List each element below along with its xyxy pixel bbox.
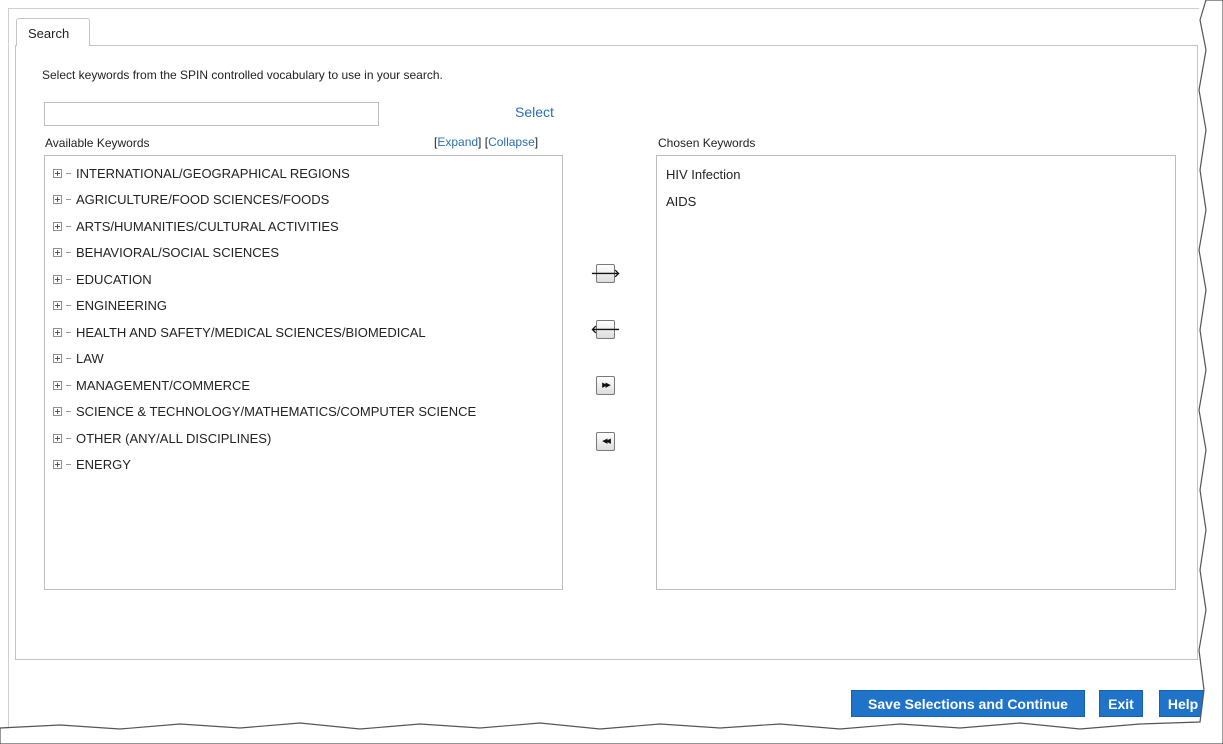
instructions-text: Select keywords from the SPIN controlled… bbox=[42, 68, 443, 82]
tree-item-label[interactable]: EDUCATION bbox=[76, 272, 152, 287]
tree-connector bbox=[66, 198, 71, 200]
list-item[interactable]: AIDS bbox=[666, 194, 696, 209]
list-item[interactable]: HIV Infection bbox=[666, 167, 740, 182]
tree-item-label[interactable]: MANAGEMENT/COMMERCE bbox=[76, 378, 250, 393]
expand-plus-icon[interactable] bbox=[53, 433, 62, 443]
tree-item-label[interactable]: AGRICULTURE/FOOD SCIENCES/FOODS bbox=[76, 192, 329, 207]
expand-plus-icon[interactable] bbox=[53, 406, 62, 416]
tree-item-label[interactable]: ENGINEERING bbox=[76, 298, 167, 313]
expand-collapse-controls: [Expand] [Collapse] bbox=[434, 135, 538, 149]
add-selected-button[interactable]: 🡒 bbox=[591, 264, 620, 283]
tree-item[interactable]: EDUCATION bbox=[53, 269, 152, 289]
tree-item[interactable]: LAW bbox=[53, 348, 104, 368]
bracket-close: ] bbox=[534, 135, 539, 149]
keyword-search-input[interactable] bbox=[44, 102, 379, 126]
tree-item[interactable]: AGRICULTURE/FOOD SCIENCES/FOODS bbox=[53, 189, 329, 209]
tree-item[interactable]: BEHAVIORAL/SOCIAL SCIENCES bbox=[53, 242, 279, 262]
tree-connector bbox=[66, 384, 71, 386]
tree-item[interactable]: MANAGEMENT/COMMERCE bbox=[53, 375, 250, 395]
tree-connector bbox=[66, 225, 71, 227]
tree-item-label[interactable]: INTERNATIONAL/GEOGRAPHICAL REGIONS bbox=[76, 166, 350, 181]
tree-item[interactable]: SCIENCE & TECHNOLOGY/MATHEMATICS/COMPUTE… bbox=[53, 401, 476, 421]
tree-connector bbox=[66, 251, 71, 253]
remove-all-button[interactable]: ◀◀ bbox=[596, 432, 615, 451]
tree-connector bbox=[66, 278, 71, 280]
tree-item-label[interactable]: BEHAVIORAL/SOCIAL SCIENCES bbox=[76, 245, 279, 260]
available-keywords-label: Available Keywords bbox=[45, 136, 150, 150]
tree-item-label[interactable]: SCIENCE & TECHNOLOGY/MATHEMATICS/COMPUTE… bbox=[76, 404, 476, 419]
tree-item-label[interactable]: OTHER (ANY/ALL DISCIPLINES) bbox=[76, 431, 271, 446]
collapse-link[interactable]: Collapse bbox=[488, 135, 535, 149]
expand-plus-icon[interactable] bbox=[53, 300, 62, 310]
expand-plus-icon[interactable] bbox=[53, 459, 62, 469]
expand-plus-icon[interactable] bbox=[53, 274, 62, 284]
tree-item[interactable]: ARTS/HUMANITIES/CULTURAL ACTIVITIES bbox=[53, 216, 339, 236]
tree-connector bbox=[66, 331, 71, 333]
tree-item-label[interactable]: LAW bbox=[76, 351, 104, 366]
tab-search[interactable]: Search bbox=[16, 18, 90, 46]
tree-item-label[interactable]: HEALTH AND SAFETY/MEDICAL SCIENCES/BIOME… bbox=[76, 325, 426, 340]
add-all-button[interactable]: ▶▶ bbox=[596, 376, 615, 395]
tree-connector bbox=[66, 437, 71, 439]
available-keywords-tree[interactable]: INTERNATIONAL/GEOGRAPHICAL REGIONS AGRIC… bbox=[44, 155, 563, 590]
expand-link[interactable]: Expand bbox=[437, 135, 478, 149]
tree-connector bbox=[66, 172, 71, 174]
expand-plus-icon[interactable] bbox=[53, 168, 62, 178]
expand-plus-icon[interactable] bbox=[53, 194, 62, 204]
tree-item-label[interactable]: ARTS/HUMANITIES/CULTURAL ACTIVITIES bbox=[76, 219, 339, 234]
tree-connector bbox=[66, 357, 71, 359]
tree-item[interactable]: INTERNATIONAL/GEOGRAPHICAL REGIONS bbox=[53, 163, 350, 183]
save-selections-button[interactable]: Save Selections and Continue bbox=[851, 690, 1085, 717]
tree-item[interactable]: HEALTH AND SAFETY/MEDICAL SCIENCES/BIOME… bbox=[53, 322, 426, 342]
expand-plus-icon[interactable] bbox=[53, 221, 62, 231]
tree-item[interactable]: ENGINEERING bbox=[53, 295, 167, 315]
bracket-mid: ] [ bbox=[478, 135, 489, 149]
expand-plus-icon[interactable] bbox=[53, 380, 62, 390]
select-link[interactable]: Select bbox=[515, 104, 554, 120]
tree-item[interactable]: OTHER (ANY/ALL DISCIPLINES) bbox=[53, 428, 271, 448]
remove-selected-button[interactable]: 🡐 bbox=[591, 320, 620, 339]
expand-plus-icon[interactable] bbox=[53, 353, 62, 363]
expand-plus-icon[interactable] bbox=[53, 247, 62, 257]
tree-item[interactable]: ENERGY bbox=[53, 454, 131, 474]
chosen-keywords-label: Chosen Keywords bbox=[658, 136, 756, 150]
tree-connector bbox=[66, 463, 71, 465]
exit-button[interactable]: Exit bbox=[1099, 690, 1143, 717]
tree-connector bbox=[66, 304, 71, 306]
tree-connector bbox=[66, 410, 71, 412]
expand-plus-icon[interactable] bbox=[53, 327, 62, 337]
tree-item-label[interactable]: ENERGY bbox=[76, 457, 131, 472]
help-button[interactable]: Help bbox=[1159, 690, 1207, 717]
chosen-keywords-list[interactable]: HIV Infection AIDS bbox=[656, 155, 1176, 590]
